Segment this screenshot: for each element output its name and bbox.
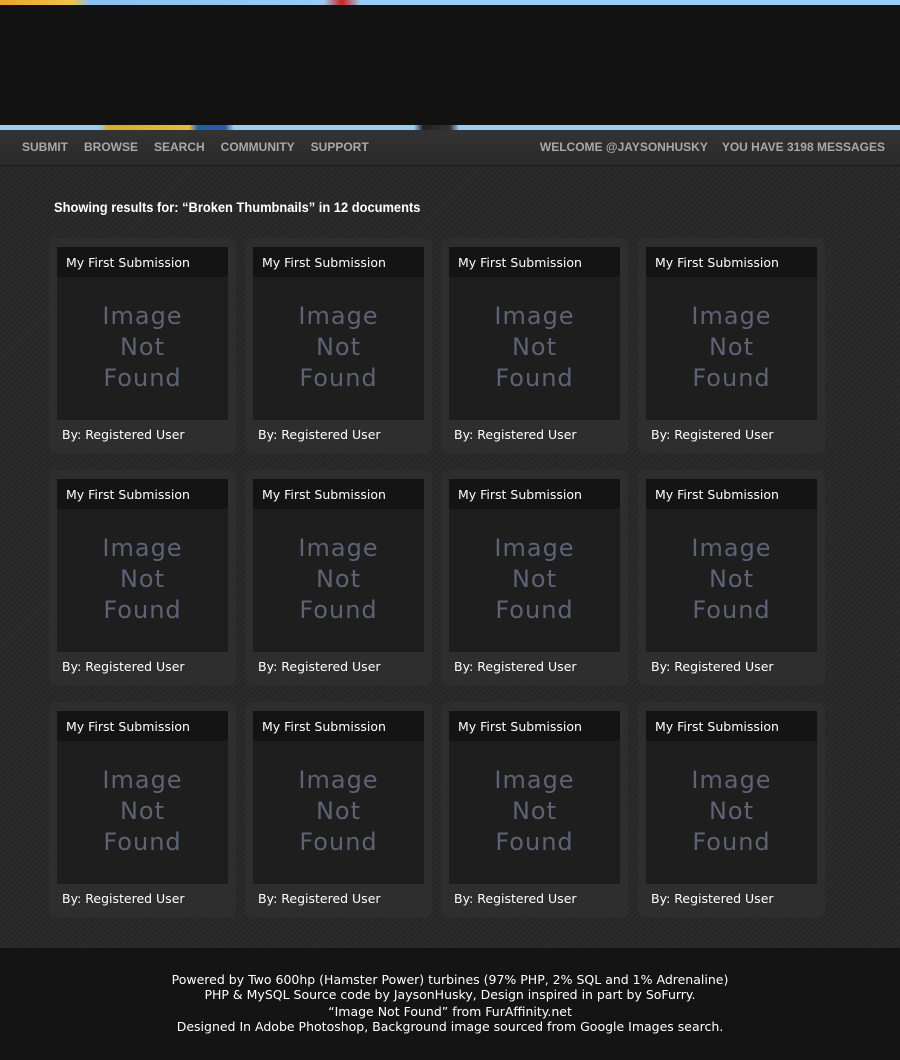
nav-browse[interactable]: BROWSE [84, 140, 138, 154]
card-author: By: Registered User [62, 891, 185, 906]
nav-submit[interactable]: SUBMIT [22, 140, 68, 154]
card-thumbnail[interactable]: Image Not Found [449, 509, 620, 652]
card-author: By: Registered User [62, 659, 185, 674]
image-not-found-text: Image Not Found [298, 534, 379, 624]
card-thumbnail[interactable]: Image Not Found [646, 741, 817, 884]
card-thumbnail[interactable]: Image Not Found [57, 277, 228, 420]
footer-line: PHP & MySQL Source code by JaysonHusky, … [204, 987, 696, 1002]
image-not-found-text: Image Not Found [298, 302, 379, 392]
image-not-found-text: Image Not Found [494, 302, 575, 392]
image-not-found-text: Image Not Found [494, 766, 575, 856]
submission-card[interactable]: My First Submission Image Not Found By: Regi… [441, 702, 628, 918]
results-heading: Showing results for: “Broken Thumbnails”… [54, 199, 421, 215]
card-thumbnail[interactable]: Image Not Found [57, 509, 228, 652]
image-not-found-text: Image Not Found [298, 766, 379, 856]
card-title[interactable]: My First Submission [646, 247, 817, 277]
card-title[interactable]: My First Submission [646, 479, 817, 509]
image-not-found-text: Image Not Found [691, 534, 772, 624]
welcome-user-link[interactable]: WELCOME @JAYSONHUSKY [540, 140, 708, 154]
card-thumbnail[interactable]: Image Not Found [646, 277, 817, 420]
card-author: By: Registered User [454, 659, 577, 674]
card-author: By: Registered User [454, 427, 577, 442]
card-author: By: Registered User [258, 427, 381, 442]
submission-card[interactable]: My First Submission Image Not Found By: Regi… [638, 702, 825, 918]
card-thumbnail[interactable]: Image Not Found [253, 741, 424, 884]
card-thumbnail[interactable]: Image Not Found [253, 277, 424, 420]
messages-link[interactable]: YOU HAVE 3198 MESSAGES [722, 140, 885, 154]
card-title[interactable]: My First Submission [646, 711, 817, 741]
card-title[interactable]: My First Submission [253, 711, 424, 741]
submission-card[interactable]: My First Submission Image Not Found By: Regi… [49, 470, 236, 686]
image-not-found-text: Image Not Found [102, 302, 183, 392]
footer-line: Designed In Adobe Photoshop, Background … [176, 1019, 724, 1034]
nav-support[interactable]: SUPPORT [311, 140, 369, 154]
submission-card[interactable]: My First Submission Image Not Found By: Regi… [49, 238, 236, 454]
card-author: By: Registered User [651, 659, 774, 674]
banner-image-strip-top [0, 0, 900, 5]
card-title[interactable]: My First Submission [449, 711, 620, 741]
card-title[interactable]: My First Submission [449, 247, 620, 277]
submission-card[interactable]: My First Submission Image Not Found By: Regi… [441, 470, 628, 686]
card-title[interactable]: My First Submission [449, 479, 620, 509]
card-author: By: Registered User [651, 427, 774, 442]
card-author: By: Registered User [258, 891, 381, 906]
card-title[interactable]: My First Submission [57, 711, 228, 741]
card-title[interactable]: My First Submission [57, 479, 228, 509]
nav-search[interactable]: SEARCH [154, 140, 205, 154]
image-not-found-text: Image Not Found [691, 302, 772, 392]
submission-card[interactable]: My First Submission Image Not Found By: Regi… [638, 238, 825, 454]
submission-card[interactable]: My First Submission Image Not Found By: Regi… [245, 238, 432, 454]
nav-community[interactable]: COMMUNITY [221, 140, 295, 154]
card-thumbnail[interactable]: Image Not Found [449, 741, 620, 884]
card-thumbnail[interactable]: Image Not Found [57, 741, 228, 884]
submission-card[interactable]: My First Submission Image Not Found By: Regi… [441, 238, 628, 454]
submission-card[interactable]: My First Submission Image Not Found By: Regi… [245, 702, 432, 918]
footer-line: “Image Not Found” from FurAffinity.net [328, 1004, 572, 1019]
card-author: By: Registered User [62, 427, 185, 442]
card-thumbnail[interactable]: Image Not Found [449, 277, 620, 420]
card-thumbnail[interactable]: Image Not Found [253, 509, 424, 652]
footer-line: Powered by Two 600hp (Hamster Power) tur… [171, 972, 729, 987]
submission-card[interactable]: My First Submission Image Not Found By: Regi… [638, 470, 825, 686]
header-banner [0, 0, 900, 131]
card-title[interactable]: My First Submission [253, 479, 424, 509]
results-area: Showing results for: “Broken Thumbnails”… [0, 166, 900, 948]
image-not-found-text: Image Not Found [102, 766, 183, 856]
submission-card[interactable]: My First Submission Image Not Found By: Regi… [245, 470, 432, 686]
image-not-found-text: Image Not Found [691, 766, 772, 856]
card-author: By: Registered User [454, 891, 577, 906]
image-not-found-text: Image Not Found [494, 534, 575, 624]
top-nav: SUBMIT BROWSE SEARCH COMMUNITY SUPPORT W… [0, 130, 900, 166]
footer: Powered by Two 600hp (Hamster Power) tur… [0, 948, 900, 1060]
image-not-found-text: Image Not Found [102, 534, 183, 624]
card-author: By: Registered User [258, 659, 381, 674]
submission-card[interactable]: My First Submission Image Not Found By: Regi… [49, 702, 236, 918]
card-thumbnail[interactable]: Image Not Found [646, 509, 817, 652]
card-title[interactable]: My First Submission [57, 247, 228, 277]
card-title[interactable]: My First Submission [253, 247, 424, 277]
card-author: By: Registered User [651, 891, 774, 906]
